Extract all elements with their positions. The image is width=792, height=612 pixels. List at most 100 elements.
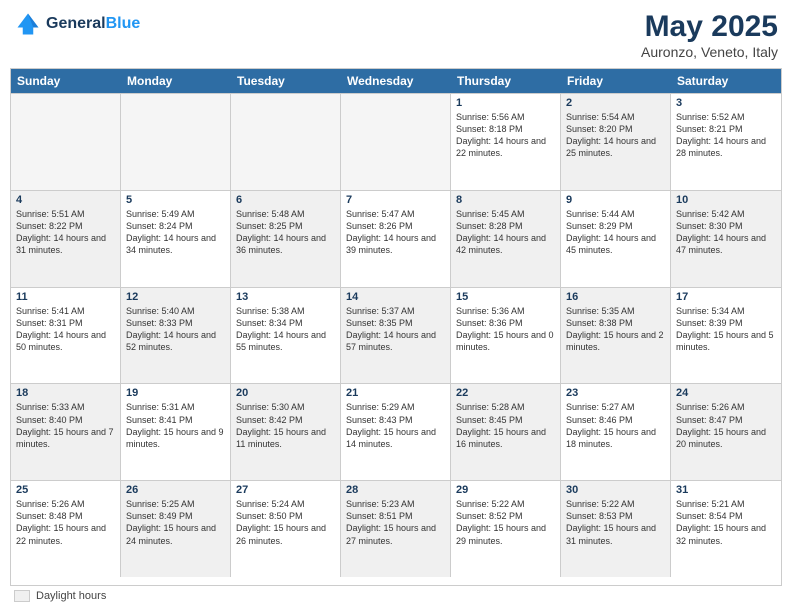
day-number: 21 [346,387,445,399]
cell-info: Sunrise: 5:45 AM Sunset: 8:28 PM Dayligh… [456,208,555,257]
cell-info: Sunrise: 5:22 AM Sunset: 8:53 PM Dayligh… [566,498,665,547]
day-number: 3 [676,97,776,109]
cell-info: Sunrise: 5:34 AM Sunset: 8:39 PM Dayligh… [676,305,776,354]
calendar-cell: 17 Sunrise: 5:34 AM Sunset: 8:39 PM Dayli… [671,288,781,384]
day-number: 19 [126,387,225,399]
calendar-header-cell: Thursday [451,69,561,93]
calendar-cell: 31Sunrise: 5:21 AM Sunset: 8:54 PM Dayli… [671,481,781,577]
day-number: 17 [676,291,776,303]
calendar-header-cell: Sunday [11,69,121,93]
calendar-cell: 28Sunrise: 5:23 AM Sunset: 8:51 PM Dayli… [341,481,451,577]
calendar-cell: 26Sunrise: 5:25 AM Sunset: 8:49 PM Dayli… [121,481,231,577]
day-number: 30 [566,484,665,496]
cell-info: Sunrise: 5:29 AM Sunset: 8:43 PM Dayligh… [346,401,445,450]
day-number: 27 [236,484,335,496]
calendar-cell: 6 Sunrise: 5:48 AM Sunset: 8:25 PM Daylig… [231,191,341,287]
calendar-body: 1Sunrise: 5:56 AM Sunset: 8:18 PM Daylig… [11,93,781,577]
day-number: 6 [236,194,335,206]
calendar-cell: 23 Sunrise: 5:27 AM Sunset: 8:46 PM Dayli… [561,384,671,480]
calendar-cell: 30 Sunrise: 5:22 AM Sunset: 8:53 PM Dayli… [561,481,671,577]
calendar-cell [11,94,121,190]
cell-info: Sunrise: 5:38 AM Sunset: 8:34 PM Dayligh… [236,305,335,354]
page: GeneralBlue May 2025 Auronzo, Veneto, It… [0,0,792,612]
day-number: 23 [566,387,665,399]
cell-info: Sunrise: 5:51 AM Sunset: 8:22 PM Dayligh… [16,208,115,257]
cell-info: Sunrise: 5:21 AM Sunset: 8:54 PM Dayligh… [676,498,776,547]
calendar-cell: 11 Sunrise: 5:41 AM Sunset: 8:31 PM Dayli… [11,288,121,384]
cell-info: Sunrise: 5:56 AM Sunset: 8:18 PM Dayligh… [456,111,555,160]
cell-info: Sunrise: 5:52 AM Sunset: 8:21 PM Dayligh… [676,111,776,160]
cell-info: Sunrise: 5:27 AM Sunset: 8:46 PM Dayligh… [566,401,665,450]
cell-info: Sunrise: 5:30 AM Sunset: 8:42 PM Dayligh… [236,401,335,450]
calendar-cell: 7Sunrise: 5:47 AM Sunset: 8:26 PM Daylig… [341,191,451,287]
header: GeneralBlue May 2025 Auronzo, Veneto, It… [10,10,782,60]
cell-info: Sunrise: 5:48 AM Sunset: 8:25 PM Dayligh… [236,208,335,257]
calendar-cell: 15 Sunrise: 5:36 AM Sunset: 8:36 PM Dayli… [451,288,561,384]
cell-info: Sunrise: 5:54 AM Sunset: 8:20 PM Dayligh… [566,111,665,160]
calendar-cell: 18 Sunrise: 5:33 AM Sunset: 8:40 PM Dayli… [11,384,121,480]
calendar-header-cell: Friday [561,69,671,93]
calendar-cell: 8 Sunrise: 5:45 AM Sunset: 8:28 PM Daylig… [451,191,561,287]
cell-info: Sunrise: 5:41 AM Sunset: 8:31 PM Dayligh… [16,305,115,354]
cell-info: Sunrise: 5:35 AM Sunset: 8:38 PM Dayligh… [566,305,665,354]
cell-info: Sunrise: 5:44 AM Sunset: 8:29 PM Dayligh… [566,208,665,257]
calendar-cell: 20Sunrise: 5:30 AM Sunset: 8:42 PM Dayli… [231,384,341,480]
calendar-header: SundayMondayTuesdayWednesdayThursdayFrid… [11,69,781,93]
day-number: 11 [16,291,115,303]
day-number: 15 [456,291,555,303]
calendar-cell: 14Sunrise: 5:37 AM Sunset: 8:35 PM Dayli… [341,288,451,384]
day-number: 18 [16,387,115,399]
cell-info: Sunrise: 5:47 AM Sunset: 8:26 PM Dayligh… [346,208,445,257]
calendar-cell: 2 Sunrise: 5:54 AM Sunset: 8:20 PM Daylig… [561,94,671,190]
legend-label: Daylight hours [36,590,106,602]
calendar-cell: 24Sunrise: 5:26 AM Sunset: 8:47 PM Dayli… [671,384,781,480]
calendar: SundayMondayTuesdayWednesdayThursdayFrid… [10,68,782,586]
calendar-cell: 22Sunrise: 5:28 AM Sunset: 8:45 PM Dayli… [451,384,561,480]
cell-info: Sunrise: 5:36 AM Sunset: 8:36 PM Dayligh… [456,305,555,354]
day-number: 8 [456,194,555,206]
calendar-header-cell: Wednesday [341,69,451,93]
calendar-cell: 5 Sunrise: 5:49 AM Sunset: 8:24 PM Daylig… [121,191,231,287]
day-number: 16 [566,291,665,303]
day-number: 10 [676,194,776,206]
day-number: 25 [16,484,115,496]
calendar-row: 18 Sunrise: 5:33 AM Sunset: 8:40 PM Dayli… [11,383,781,480]
cell-info: Sunrise: 5:28 AM Sunset: 8:45 PM Dayligh… [456,401,555,450]
day-number: 5 [126,194,225,206]
legend-shaded-box [14,590,30,602]
calendar-row: 11 Sunrise: 5:41 AM Sunset: 8:31 PM Dayli… [11,287,781,384]
calendar-cell [231,94,341,190]
logo: GeneralBlue [14,10,140,38]
calendar-cell: 4 Sunrise: 5:51 AM Sunset: 8:22 PM Daylig… [11,191,121,287]
cell-info: Sunrise: 5:24 AM Sunset: 8:50 PM Dayligh… [236,498,335,547]
logo-text: GeneralBlue [46,15,140,33]
title-block: May 2025 Auronzo, Veneto, Italy [641,10,778,60]
calendar-cell: 19Sunrise: 5:31 AM Sunset: 8:41 PM Dayli… [121,384,231,480]
day-number: 29 [456,484,555,496]
day-number: 24 [676,387,776,399]
calendar-header-cell: Monday [121,69,231,93]
day-number: 4 [16,194,115,206]
calendar-cell [341,94,451,190]
calendar-row: 25 Sunrise: 5:26 AM Sunset: 8:48 PM Dayli… [11,480,781,577]
cell-info: Sunrise: 5:23 AM Sunset: 8:51 PM Dayligh… [346,498,445,547]
calendar-cell: 12Sunrise: 5:40 AM Sunset: 8:33 PM Dayli… [121,288,231,384]
calendar-header-cell: Saturday [671,69,781,93]
location: Auronzo, Veneto, Italy [641,44,778,60]
cell-info: Sunrise: 5:40 AM Sunset: 8:33 PM Dayligh… [126,305,225,354]
calendar-cell [121,94,231,190]
calendar-cell: 1Sunrise: 5:56 AM Sunset: 8:18 PM Daylig… [451,94,561,190]
calendar-header-cell: Tuesday [231,69,341,93]
calendar-cell: 29Sunrise: 5:22 AM Sunset: 8:52 PM Dayli… [451,481,561,577]
cell-info: Sunrise: 5:26 AM Sunset: 8:48 PM Dayligh… [16,498,115,547]
day-number: 13 [236,291,335,303]
month-title: May 2025 [641,10,778,44]
cell-info: Sunrise: 5:49 AM Sunset: 8:24 PM Dayligh… [126,208,225,257]
calendar-cell: 3 Sunrise: 5:52 AM Sunset: 8:21 PM Daylig… [671,94,781,190]
calendar-cell: 9Sunrise: 5:44 AM Sunset: 8:29 PM Daylig… [561,191,671,287]
cell-info: Sunrise: 5:33 AM Sunset: 8:40 PM Dayligh… [16,401,115,450]
calendar-cell: 13 Sunrise: 5:38 AM Sunset: 8:34 PM Dayli… [231,288,341,384]
cell-info: Sunrise: 5:25 AM Sunset: 8:49 PM Dayligh… [126,498,225,547]
day-number: 2 [566,97,665,109]
legend: Daylight hours [10,590,782,602]
